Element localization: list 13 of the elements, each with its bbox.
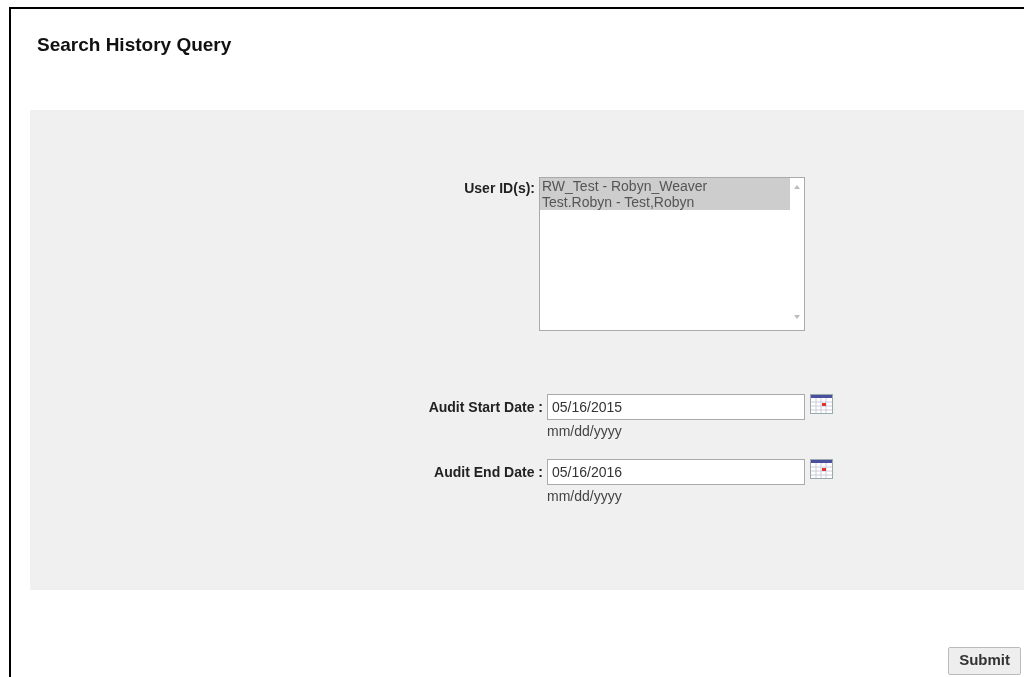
page-title: Search History Query (37, 33, 232, 57)
list-option[interactable]: RW_Test - Robyn_Weaver (540, 177, 790, 194)
field-label: Audit Start Date : (428, 397, 543, 417)
date-format-hint: mm/dd/yyyy (547, 486, 622, 506)
calendar-icon[interactable] (810, 458, 833, 479)
field-label: User ID(s): (464, 178, 535, 198)
calendar-icon[interactable] (810, 393, 833, 414)
user-id-listbox[interactable]: RW_Test - Robyn_Weaver Test.Robyn - Test,Robyn (539, 176, 805, 331)
date-field[interactable]: 05/16/2016 (547, 458, 805, 485)
submit-button[interactable]: Submit (948, 646, 1021, 675)
date-field[interactable]: 05/16/2015 (547, 393, 805, 420)
date-format-hint: mm/dd/yyyy (547, 421, 622, 441)
field-label: Audit End Date : (434, 462, 543, 482)
